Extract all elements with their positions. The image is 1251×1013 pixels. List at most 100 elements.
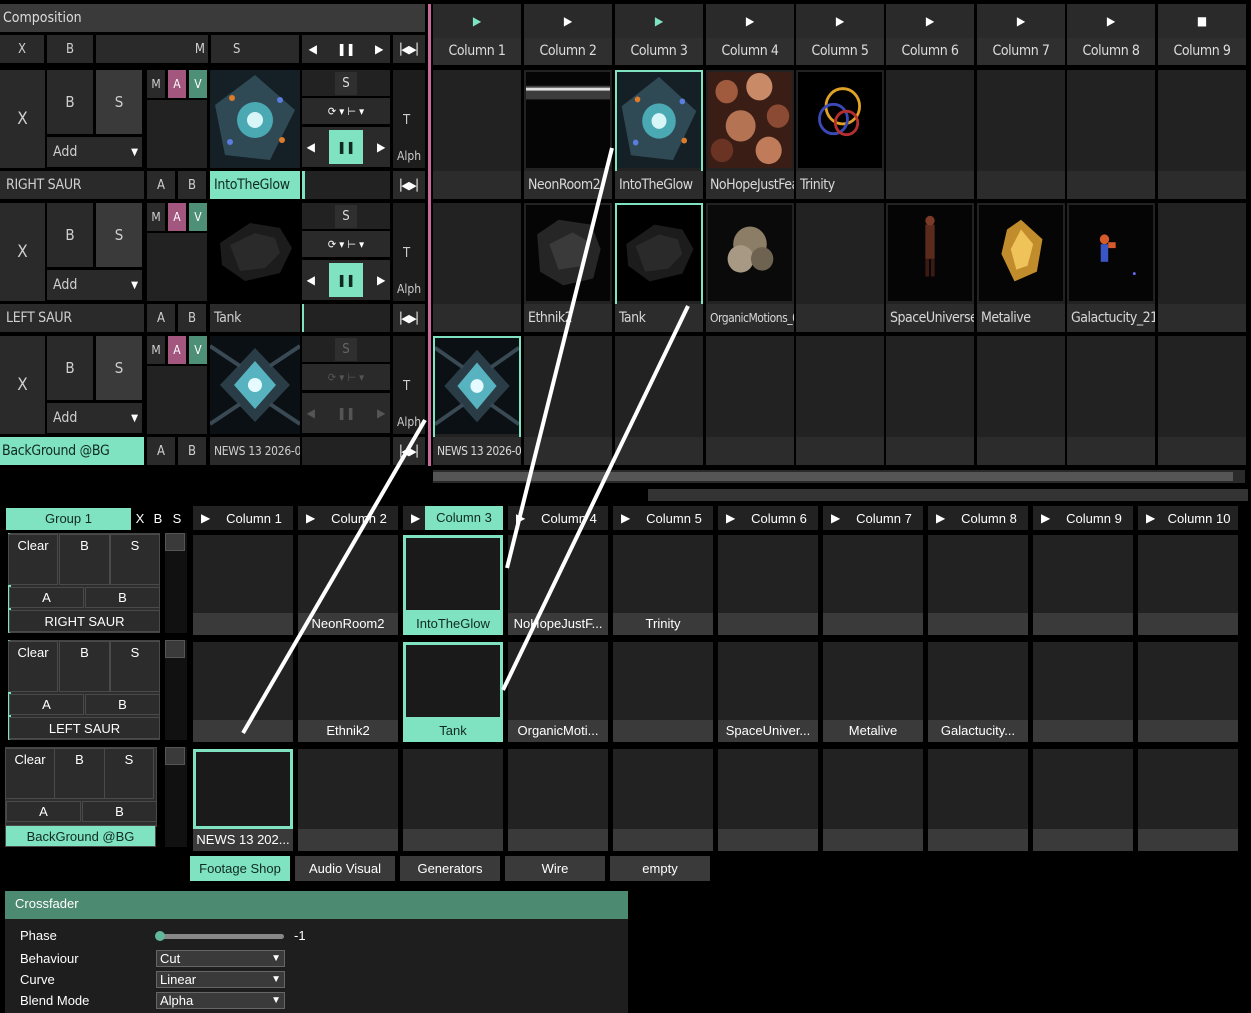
layer-progress-bar[interactable]	[302, 437, 390, 465]
layer-name[interactable]: LEFT SAUR	[0, 304, 144, 332]
skip-icon[interactable]: ▕◀▶▏	[393, 171, 425, 199]
clip-slot[interactable]: NoHopeJustFear	[706, 70, 794, 199]
web-clip-slot[interactable]	[613, 749, 713, 851]
stop-icon[interactable]: ■	[1158, 14, 1246, 28]
clip-slot[interactable]: IntoTheGlow	[615, 70, 703, 199]
layer-progress-bar[interactable]	[302, 171, 390, 199]
layer-b-button[interactable]: B	[47, 70, 93, 134]
web-clear-button[interactable]: Clear	[8, 641, 58, 692]
web-clip-slot[interactable]: Tank	[403, 642, 503, 742]
clip-slot[interactable]: SpaceUniverse	[886, 203, 974, 332]
h-scrollbar-thumb[interactable]	[433, 472, 1233, 481]
web-column-header-2[interactable]: ▶ Column 2	[298, 506, 398, 530]
layer-s-button[interactable]: S	[96, 70, 142, 134]
clip-slot[interactable]	[433, 203, 521, 332]
layer-fader-area[interactable]	[147, 100, 207, 168]
web-clip-slot[interactable]	[1138, 749, 1238, 851]
web-clip-slot[interactable]	[823, 535, 923, 635]
web-column-header-8[interactable]: ▶ Column 8	[928, 506, 1028, 530]
web-column-header-5[interactable]: ▶ Column 5	[613, 506, 713, 530]
clip-slot[interactable]: Metalive	[977, 203, 1065, 332]
layer-solo-button[interactable]: S	[335, 337, 357, 361]
web-clip-slot[interactable]	[403, 749, 503, 851]
web-clip-slot[interactable]	[1033, 642, 1133, 742]
play-icon[interactable]: ▶	[726, 511, 740, 525]
lower-scrollbar[interactable]	[648, 489, 1248, 501]
layer-loop-mode[interactable]: ⟳ ▾ ⊢ ▾	[302, 231, 390, 257]
layer-clear-x-button[interactable]: X	[0, 336, 45, 434]
layer-s-button[interactable]: S	[96, 203, 142, 267]
clip-slot[interactable]	[433, 70, 521, 199]
layer-fader-area[interactable]	[147, 233, 207, 301]
clip-slot[interactable]: OrganicMotions_06	[706, 203, 794, 332]
play-icon[interactable]: ▶	[886, 14, 974, 28]
clip-slot[interactable]: Galactucity_21	[1067, 203, 1155, 332]
pause-icon[interactable]: ❚❚	[328, 130, 364, 164]
column-header-9[interactable]: ■ Column 9	[1158, 4, 1246, 65]
play-icon[interactable]: ▶	[411, 511, 425, 525]
layer-t-button[interactable]: T	[403, 379, 410, 394]
column-header-4[interactable]: ▶ Column 4	[706, 4, 794, 65]
layer-add-dropdown[interactable]: Add ▼	[47, 137, 142, 167]
layer-b-button[interactable]: B	[47, 203, 93, 267]
layer-name[interactable]: RIGHT SAUR	[0, 171, 144, 199]
next-icon[interactable]: ▶	[377, 406, 385, 420]
layer-a-button[interactable]: A	[168, 70, 186, 98]
phase-slider[interactable]	[155, 931, 284, 941]
layer-b-bus-button[interactable]: B	[178, 171, 206, 199]
layer-transport[interactable]: ◀ ❚❚ ▶	[302, 127, 390, 167]
layer-add-dropdown[interactable]: Add ▼	[47, 270, 142, 300]
clip-slot[interactable]	[706, 336, 794, 465]
layer-a-bus-button[interactable]: A	[147, 171, 175, 199]
web-clip-slot[interactable]	[928, 535, 1028, 635]
web-b-button[interactable]: B	[59, 641, 110, 692]
clip-slot[interactable]	[977, 336, 1065, 465]
next-icon[interactable]: ▶	[377, 273, 385, 287]
web-column-header-1[interactable]: ▶ Column 1	[193, 506, 293, 530]
web-clip-slot[interactable]	[298, 749, 398, 851]
layer-a-bus-button[interactable]: A	[147, 437, 175, 465]
layer-s-area[interactable]: S	[302, 70, 390, 96]
layer-v-button[interactable]: V	[189, 203, 207, 231]
layer-transport[interactable]: ◀ ❚❚ ▶	[302, 260, 390, 300]
group-s-button[interactable]: S	[168, 508, 186, 530]
web-column-header-4[interactable]: ▶ Column 4	[508, 506, 608, 530]
column-header-1[interactable]: ▶ Column 1	[433, 4, 521, 65]
skip-icon[interactable]: ▕◀▶▏	[393, 437, 425, 465]
layer-a-button[interactable]: A	[168, 336, 186, 364]
pause-icon[interactable]: ❚❚	[328, 263, 364, 297]
web-clip-slot[interactable]	[613, 642, 713, 742]
deck-tab-2[interactable]: Audio Visual	[295, 856, 395, 881]
layer-s-area[interactable]: S	[302, 203, 390, 229]
layer-alpha-button[interactable]: Alph	[397, 282, 421, 296]
column-header-2[interactable]: ▶ Column 2	[524, 4, 612, 65]
clip-slot[interactable]	[796, 336, 884, 465]
web-a-button[interactable]: A	[9, 694, 84, 715]
web-bb-button[interactable]: B	[85, 587, 160, 608]
web-layer-name[interactable]: LEFT SAUR	[9, 717, 160, 739]
web-clip-slot[interactable]: OrganicMoti...	[508, 642, 608, 742]
web-bb-button[interactable]: B	[82, 801, 157, 822]
group-x-button[interactable]: X	[131, 508, 149, 530]
layer-s-area[interactable]: S	[302, 336, 390, 362]
layer-solo-button[interactable]: S	[335, 204, 357, 228]
clip-slot[interactable]: Tank	[615, 203, 703, 332]
layer-s-button[interactable]: S	[96, 336, 142, 400]
web-a-button[interactable]: A	[6, 801, 81, 822]
web-clip-slot[interactable]	[718, 749, 818, 851]
web-clip-slot[interactable]	[508, 749, 608, 851]
clip-slot[interactable]	[1158, 70, 1246, 199]
play-icon[interactable]: ▶	[524, 14, 612, 28]
play-icon[interactable]: ▶	[936, 511, 950, 525]
web-s-button[interactable]: S	[104, 748, 154, 799]
layer-add-dropdown[interactable]: Add ▼	[47, 403, 142, 433]
web-column-header-9[interactable]: ▶ Column 9	[1033, 506, 1133, 530]
clip-slot[interactable]	[1067, 336, 1155, 465]
clip-slot[interactable]	[796, 203, 884, 332]
curve-select[interactable]: Linear ▼	[156, 971, 285, 988]
web-clip-slot[interactable]	[193, 535, 293, 635]
next-icon[interactable]: ▶	[377, 140, 385, 154]
skip-icon[interactable]: ▕◀▶▏	[393, 35, 425, 63]
layer-a-button[interactable]: A	[168, 203, 186, 231]
web-clip-slot[interactable]: IntoTheGlow	[403, 535, 503, 635]
